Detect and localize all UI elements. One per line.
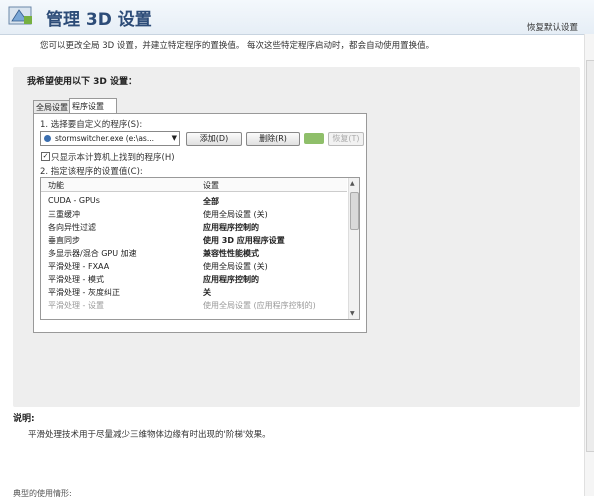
description-title: 说明: xyxy=(13,414,35,424)
list-header: 功能 设置 xyxy=(41,178,347,192)
intro-text: 您可以更改全局 3D 设置，并建立特定程序的置换值。 每次这些特定程序启动时，都… xyxy=(40,41,435,51)
delete-button[interactable]: 删除(R) xyxy=(246,132,300,146)
feature-setting: 使用全局设置 (关) xyxy=(203,210,268,219)
nvidia-3d-settings-icon xyxy=(8,6,32,25)
page-header: 管理 3D 设置 恢复默认设置 xyxy=(0,0,594,35)
step2-label: 2. 指定该程序的设置值(C): xyxy=(40,167,143,177)
feature-setting: 使用 3D 应用程序设置 xyxy=(203,236,285,245)
feature-setting: 全部 xyxy=(203,197,219,206)
feature-name: 垂直同步 xyxy=(48,236,80,245)
feature-name: 各向异性过滤 xyxy=(48,223,96,232)
feature-setting: 兼容性性能模式 xyxy=(203,249,259,258)
table-row[interactable]: 各向异性过滤 应用程序控制的 xyxy=(41,220,347,233)
scroll-up-icon[interactable]: ▲ xyxy=(350,180,355,187)
tab-global-settings[interactable]: 全局设置 xyxy=(33,100,74,114)
only-show-checkbox[interactable]: ✓ xyxy=(41,152,50,161)
description-text: 平滑处理技术用于尽量减少三维物体边缘有时出现的'阶梯'效果。 xyxy=(28,430,271,440)
column-header-feature[interactable]: 功能 xyxy=(48,180,64,191)
table-row[interactable]: 平滑处理 - FXAA 使用全局设置 (关) xyxy=(41,259,347,272)
feature-setting: 使用全局设置 (应用程序控制的) xyxy=(203,301,316,310)
feature-name: 多显示器/混合 GPU 加速 xyxy=(48,249,137,258)
feature-setting: 应用程序控制的 xyxy=(203,223,259,232)
restore-defaults-link[interactable]: 恢复默认设置 xyxy=(527,21,578,33)
nvidia-logo-icon xyxy=(304,133,324,144)
program-icon xyxy=(44,135,51,142)
scroll-down-icon[interactable]: ▼ xyxy=(350,310,355,317)
only-show-checkbox-label: 只显示本计算机上找到的程序(H) xyxy=(51,153,175,163)
page-scroll-thumb[interactable] xyxy=(586,60,594,452)
restore-button[interactable]: 恢复(T) xyxy=(328,132,364,146)
feature-name: 平滑处理 - 模式 xyxy=(48,275,104,284)
tab-program-settings[interactable]: 程序设置 xyxy=(69,98,117,114)
step1-label: 1. 选择要自定义的程序(S): xyxy=(40,120,143,130)
feature-name: 平滑处理 - 灰度纠正 xyxy=(48,288,120,297)
program-select[interactable]: stormswitcher.exe (e:\as... ▼ xyxy=(40,131,180,146)
table-row[interactable]: 垂直同步 使用 3D 应用程序设置 xyxy=(41,233,347,246)
feature-setting: 关 xyxy=(203,288,211,297)
settings-list: 功能 设置 CUDA - GPUs 全部 三重缓冲 使用全局设置 (关) 各向异… xyxy=(40,177,360,320)
feature-name: CUDA - GPUs xyxy=(48,196,100,205)
program-select-value: stormswitcher.exe (e:\as... xyxy=(55,134,154,143)
page-scrollbar[interactable] xyxy=(584,34,594,496)
settings-prompt: 我希望使用以下 3D 设置： xyxy=(27,77,138,87)
page-title: 管理 3D 设置 xyxy=(46,10,152,30)
feature-name: 三重缓冲 xyxy=(48,210,80,219)
list-scroll-thumb[interactable] xyxy=(350,192,359,230)
chevron-down-icon[interactable]: ▼ xyxy=(172,132,177,145)
table-row[interactable]: 平滑处理 - 灰度纠正 关 xyxy=(41,285,347,298)
table-row[interactable]: 平滑处理 - 设置 使用全局设置 (应用程序控制的) xyxy=(41,298,347,311)
table-row[interactable]: 平滑处理 - 模式 应用程序控制的 xyxy=(41,272,347,285)
column-header-setting[interactable]: 设置 xyxy=(203,180,219,191)
table-row[interactable]: CUDA - GPUs 全部 xyxy=(41,194,347,207)
feature-setting: 使用全局设置 (关) xyxy=(203,262,268,271)
table-row[interactable]: 三重缓冲 使用全局设置 (关) xyxy=(41,207,347,220)
feature-name: 平滑处理 - 设置 xyxy=(48,301,104,310)
feature-name: 平滑处理 - FXAA xyxy=(48,262,110,271)
table-row[interactable]: 多显示器/混合 GPU 加速 兼容性性能模式 xyxy=(41,246,347,259)
add-button[interactable]: 添加(D) xyxy=(186,132,242,146)
list-scrollbar[interactable]: ▲ ▼ xyxy=(348,178,359,319)
usage-scenarios-label: 典型的使用情形: xyxy=(13,489,72,498)
feature-setting: 应用程序控制的 xyxy=(203,275,259,284)
